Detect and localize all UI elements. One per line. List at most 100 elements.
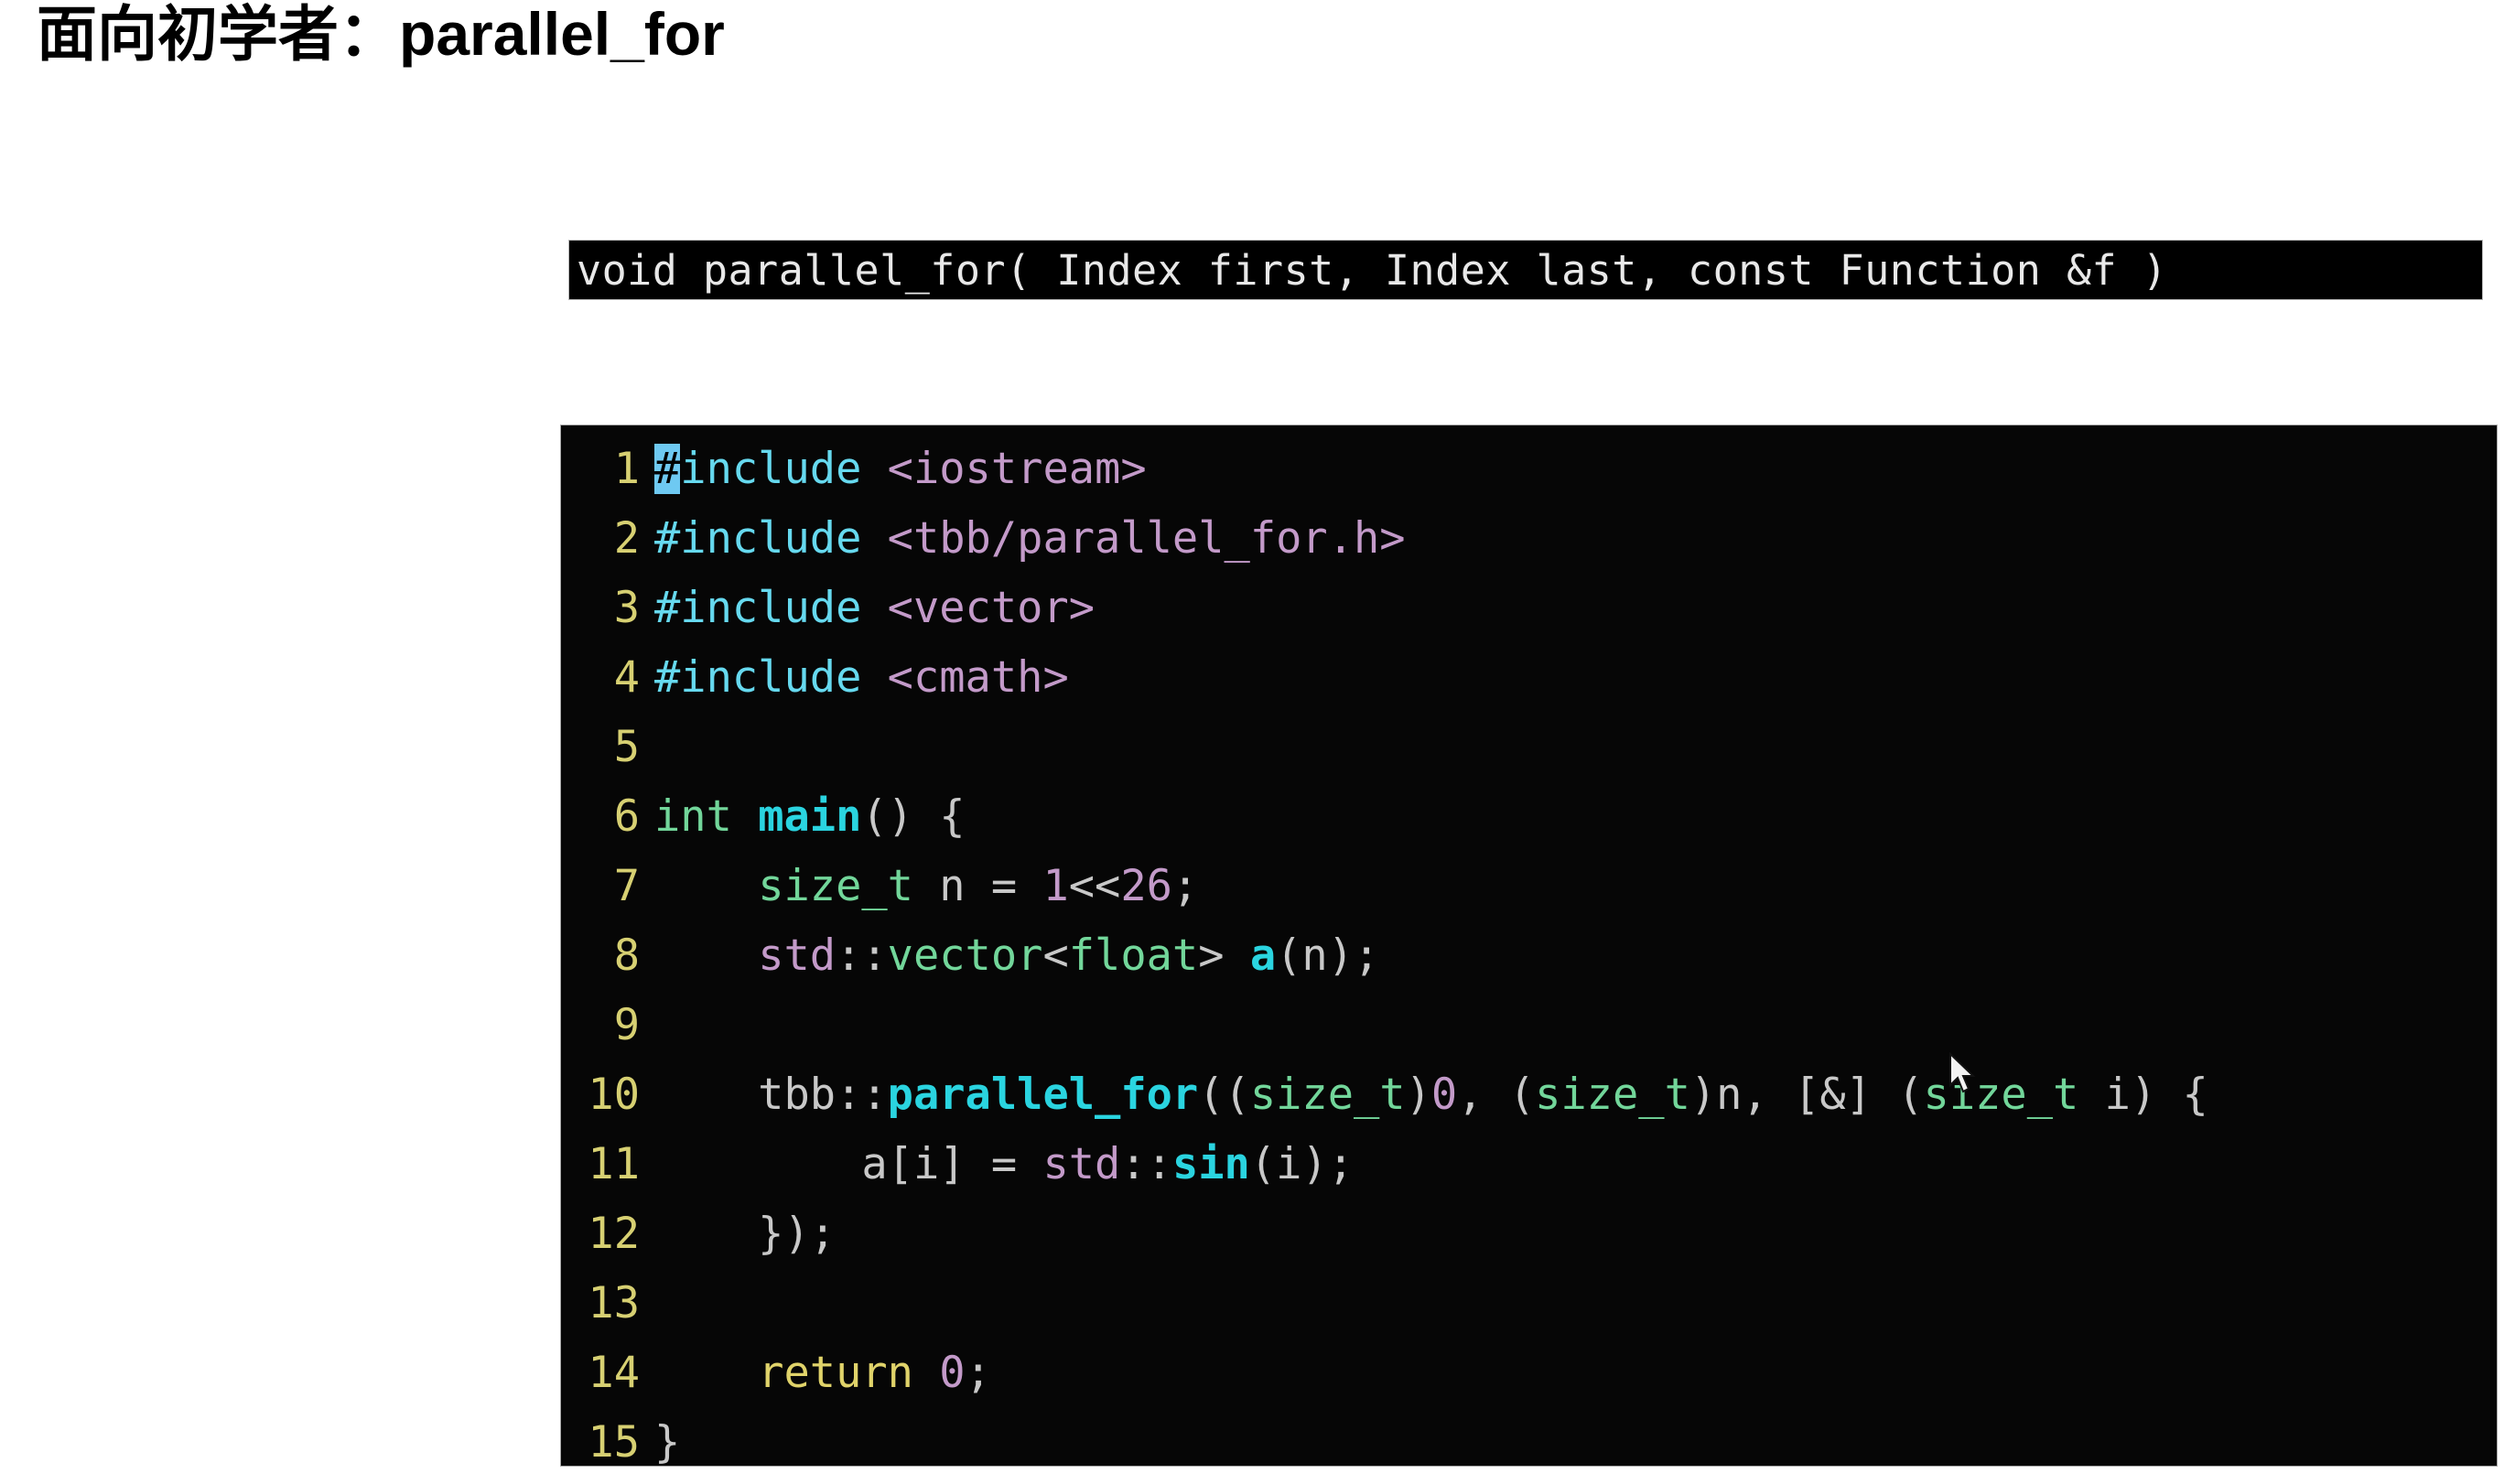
code-line-text: std::vector<float> a(n); bbox=[654, 930, 1379, 981]
line-number: 6 bbox=[613, 791, 640, 842]
code-token: 0 bbox=[1430, 1070, 1458, 1120]
line-number: 15 bbox=[588, 1417, 640, 1466]
code-line-text: return 0; bbox=[654, 1348, 991, 1398]
line-number: 13 bbox=[588, 1278, 640, 1328]
code-token: i) { bbox=[2078, 1070, 2208, 1120]
code-line-text: tbb::parallel_for((size_t)0, (size_t)n, … bbox=[654, 1070, 2208, 1120]
function-signature-bar: void parallel_for( Index first, Index la… bbox=[569, 241, 2482, 299]
code-token: sin bbox=[1171, 1139, 1250, 1189]
code-token: #include bbox=[654, 652, 862, 703]
code-line-text: #include <vector> bbox=[654, 583, 1095, 633]
code-token: (( bbox=[1198, 1070, 1250, 1120]
code-token: #include bbox=[654, 583, 862, 633]
code-line-text: #include <cmath> bbox=[654, 652, 1069, 703]
code-token: 26 bbox=[1120, 861, 1172, 911]
code-token: (i); bbox=[1249, 1139, 1355, 1189]
code-token: n = bbox=[912, 861, 1043, 911]
code-token: main bbox=[758, 791, 862, 842]
page-title-latin: parallel_for bbox=[399, 0, 725, 68]
line-number: 8 bbox=[613, 930, 640, 981]
line-number: 5 bbox=[613, 722, 640, 772]
code-token: (n); bbox=[1276, 930, 1380, 981]
code-line[interactable]: 5 bbox=[561, 713, 2497, 782]
code-token: << bbox=[1068, 861, 1121, 911]
code-line-text: int main() { bbox=[654, 791, 966, 842]
line-number: 9 bbox=[613, 1000, 640, 1050]
code-line[interactable]: 12 }); bbox=[561, 1199, 2497, 1269]
code-token: size_t bbox=[1535, 1070, 1690, 1120]
code-line[interactable]: 2 #include <tbb/parallel_for.h> bbox=[561, 504, 2497, 574]
code-token: int bbox=[654, 791, 732, 842]
code-line[interactable]: 1 #include <iostream> bbox=[561, 435, 2497, 504]
code-token: , ( bbox=[1457, 1070, 1536, 1120]
code-token: 0 bbox=[939, 1348, 966, 1398]
code-line[interactable]: 11 a[i] = std::sin(i); bbox=[561, 1130, 2497, 1199]
code-token: size_t bbox=[758, 861, 913, 911]
line-number: 14 bbox=[588, 1348, 640, 1398]
code-lines-container: 1 #include <iostream> 2 #include <tbb/paral… bbox=[561, 435, 2497, 1466]
code-token: ; bbox=[1171, 861, 1199, 911]
code-token: vector bbox=[887, 930, 1043, 981]
code-token: <tbb/parallel_for.h> bbox=[887, 513, 1406, 564]
code-token: std bbox=[758, 930, 837, 981]
code-line[interactable]: 10 tbb::parallel_for((size_t)0, (size_t)… bbox=[561, 1060, 2497, 1130]
line-number: 11 bbox=[588, 1139, 640, 1189]
code-token: <iostream> bbox=[887, 444, 1147, 494]
function-signature-text: void parallel_for( Index first, Index la… bbox=[577, 245, 2168, 295]
line-number: 7 bbox=[613, 861, 640, 911]
code-token: #include bbox=[654, 513, 862, 564]
line-number: 4 bbox=[613, 652, 640, 703]
code-line[interactable]: 8 std::vector<float> a(n); bbox=[561, 921, 2497, 991]
code-line[interactable]: 14 return 0; bbox=[561, 1339, 2497, 1408]
code-line[interactable]: 7 size_t n = 1<<26; bbox=[561, 852, 2497, 921]
code-line-text: size_t n = 1<<26; bbox=[654, 861, 1198, 911]
code-token: ) bbox=[1405, 1070, 1431, 1120]
code-token: a[i] = bbox=[654, 1139, 1043, 1189]
code-line[interactable]: 13 bbox=[561, 1269, 2497, 1339]
code-token: float bbox=[1068, 930, 1199, 981]
code-editor-pane[interactable]: 1 #include <iostream> 2 #include <tbb/paral… bbox=[561, 425, 2497, 1466]
code-line[interactable]: 9 bbox=[561, 991, 2497, 1060]
code-token: :: bbox=[1120, 1139, 1172, 1189]
code-token: parallel_for bbox=[887, 1070, 1199, 1120]
code-token: } bbox=[654, 1417, 681, 1466]
line-number: 1 bbox=[613, 444, 640, 494]
code-token: () { bbox=[861, 791, 966, 842]
code-line-text: #include <iostream> bbox=[654, 444, 1147, 494]
code-token: ; bbox=[965, 1348, 991, 1398]
code-token: include bbox=[680, 444, 862, 494]
line-number: 3 bbox=[613, 583, 640, 633]
code-token: std bbox=[1042, 1139, 1121, 1189]
code-token: > bbox=[1198, 930, 1250, 981]
code-token: :: bbox=[836, 930, 888, 981]
page-title: 面向初学者：parallel_for bbox=[37, 4, 725, 65]
code-line[interactable]: 6 int main() { bbox=[561, 782, 2497, 852]
code-line[interactable]: 3 #include <vector> bbox=[561, 574, 2497, 643]
code-token: < bbox=[1042, 930, 1069, 981]
code-line-text: } bbox=[654, 1417, 680, 1466]
code-line[interactable]: 15} bbox=[561, 1408, 2497, 1466]
code-token: return bbox=[758, 1348, 913, 1398]
code-line-text: #include <tbb/parallel_for.h> bbox=[654, 513, 1406, 564]
line-number: 10 bbox=[588, 1070, 640, 1120]
line-number: 2 bbox=[613, 513, 640, 564]
text-cursor: # bbox=[654, 444, 681, 494]
line-number: 12 bbox=[588, 1209, 640, 1259]
code-line[interactable]: 4 #include <cmath> bbox=[561, 643, 2497, 713]
page-title-cjk: 面向初学者： bbox=[37, 0, 399, 70]
code-token: size_t bbox=[1249, 1070, 1406, 1120]
code-token: a bbox=[1249, 930, 1277, 981]
code-token: tbb:: bbox=[654, 1070, 888, 1120]
code-token: }); bbox=[654, 1209, 837, 1259]
code-token: <cmath> bbox=[887, 652, 1069, 703]
code-token: )n, [&] ( bbox=[1689, 1070, 1924, 1120]
